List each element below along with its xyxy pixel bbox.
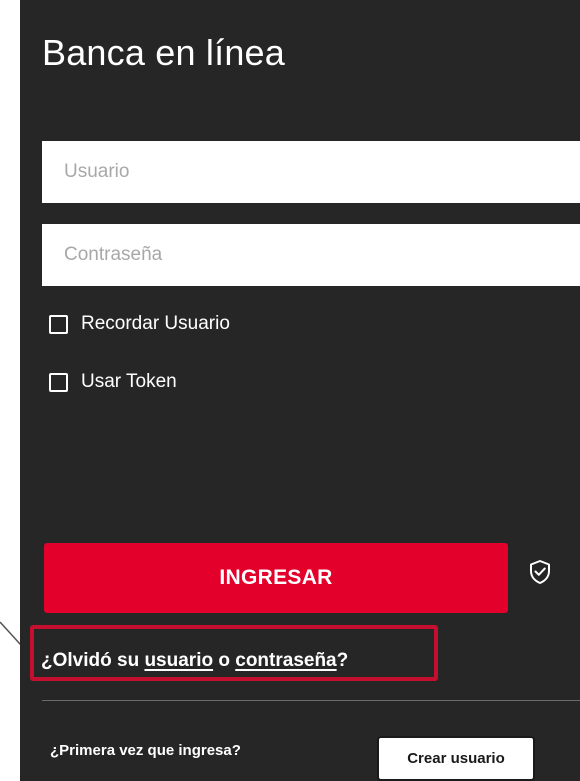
create-user-button[interactable]: Crear usuario [377, 736, 535, 781]
divider [42, 700, 580, 701]
use-token-checkbox[interactable] [49, 372, 68, 392]
forgot-password-link[interactable]: contraseña [235, 650, 336, 671]
page-title: Banca en línea [42, 32, 285, 73]
login-button[interactable]: INGRESAR [44, 543, 508, 613]
remember-user-checkbox[interactable] [49, 314, 68, 334]
password-input[interactable] [42, 224, 580, 286]
shield-check-icon[interactable] [528, 559, 552, 585]
forgot-prefix: ¿Olvidó su [41, 650, 145, 671]
remember-user-label: Recordar Usuario [81, 313, 230, 334]
online-banking-panel: Banca en línea Recordar Usuario Usar Tok… [20, 0, 580, 781]
forgot-username-link[interactable]: usuario [144, 650, 213, 671]
use-token-option[interactable]: Usar Token [49, 371, 177, 393]
forgot-middle: o [213, 650, 236, 671]
username-input[interactable] [42, 141, 580, 203]
forgot-suffix: ? [336, 650, 349, 671]
forgot-credentials-text: ¿Olvidó su usuario o contraseña? [41, 650, 348, 672]
remember-user-option[interactable]: Recordar Usuario [49, 313, 230, 335]
first-time-prompt: ¿Primera vez que ingresa? [50, 742, 241, 759]
use-token-label: Usar Token [81, 371, 177, 392]
